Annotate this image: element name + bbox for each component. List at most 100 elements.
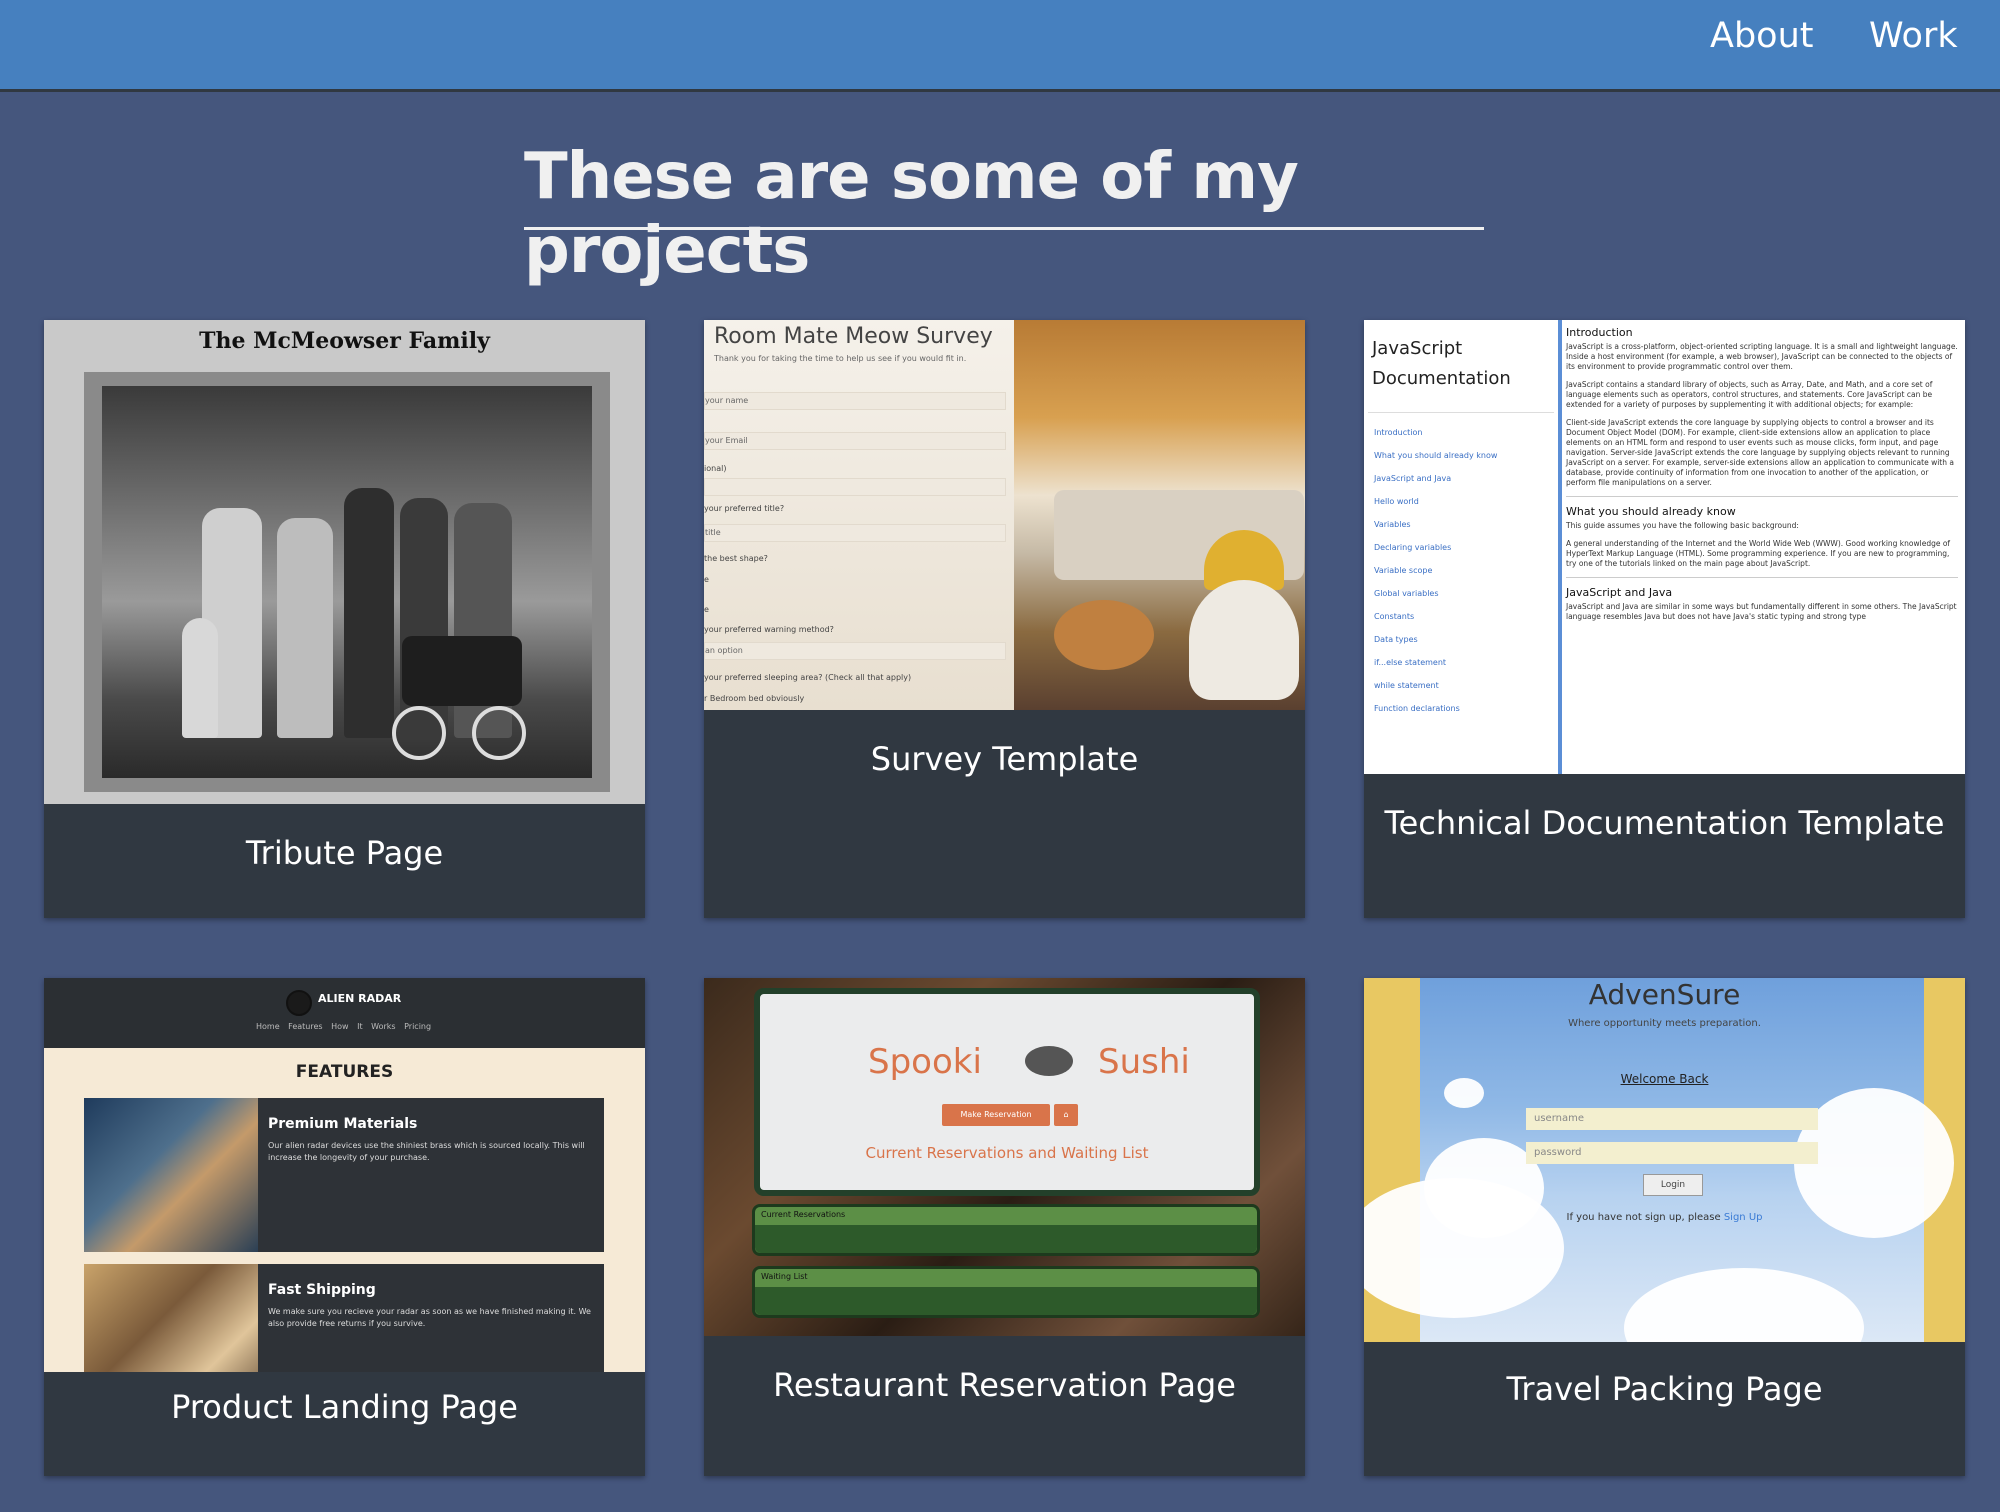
divider xyxy=(1368,412,1554,413)
figure xyxy=(182,618,218,738)
field-label: e xyxy=(704,605,709,614)
doc-nav-link: Variables xyxy=(1374,520,1411,529)
field-label: r Bedroom bed obviously xyxy=(704,694,805,703)
feature-box: Premium Materials Our alien radar device… xyxy=(84,1098,604,1252)
project-card-restaurant[interactable]: Spooki Sushi Make Reservation ⌂ Current … xyxy=(704,978,1305,1476)
alien-icon xyxy=(286,990,312,1016)
home-icon: ⌂ xyxy=(1054,1104,1078,1126)
figure xyxy=(277,518,333,738)
doc-paragraph: A general understanding of the Internet … xyxy=(1566,539,1951,568)
divider xyxy=(1566,577,1958,578)
doc-nav-link: JavaScript and Java xyxy=(1374,474,1452,483)
doc-nav-link: if...else statement xyxy=(1374,658,1447,667)
bar-body xyxy=(755,1225,1257,1253)
doc-paragraph: This guide assumes you have the followin… xyxy=(1566,521,1799,530)
top-nav: About Work xyxy=(0,0,2000,92)
nav-link-work[interactable]: Work xyxy=(1869,16,1958,56)
doc-nav-link: Hello world xyxy=(1374,497,1419,506)
email-field: your Email xyxy=(704,432,1006,450)
product-brand: ALIEN RADAR xyxy=(318,992,402,1005)
doc-nav-link: Introduction xyxy=(1374,428,1423,437)
project-thumbnail: Room Mate Meow Survey Thank you for taki… xyxy=(704,320,1305,710)
current-reservations-bar: Current Reservations xyxy=(752,1204,1260,1256)
bar-body xyxy=(755,1287,1257,1315)
waiting-list-bar: Waiting List xyxy=(752,1266,1260,1318)
doc-nav-link: Variable scope xyxy=(1374,566,1433,575)
list-title: Current Reservations and Waiting List xyxy=(865,1144,1149,1162)
project-thumbnail: Spooki Sushi Make Reservation ⌂ Current … xyxy=(704,978,1305,1336)
travel-tagline: Where opportunity meets preparation. xyxy=(1568,1018,1761,1029)
project-title: Restaurant Reservation Page xyxy=(773,1366,1236,1404)
feature-text: Our alien radar devices use the shiniest… xyxy=(268,1141,585,1162)
doc-paragraph: JavaScript contains a standard library o… xyxy=(1566,380,1933,409)
signup-link: Sign Up xyxy=(1723,1212,1763,1223)
pilot-image xyxy=(84,1098,258,1252)
username-field: username xyxy=(1526,1108,1818,1130)
figure xyxy=(344,488,394,738)
survey-title: Room Mate Meow Survey xyxy=(714,324,993,349)
field-label: your preferred sleeping area? (Check all… xyxy=(704,673,912,682)
doc-nav-link: What you should already know xyxy=(1374,451,1498,460)
game-board xyxy=(1054,600,1154,670)
project-card-tribute[interactable]: The McMeowser Family Tribute Page xyxy=(44,320,645,918)
doc-nav-link: Global variables xyxy=(1374,589,1439,598)
project-card-product-landing[interactable]: ALIEN RADAR Home Features How It Works P… xyxy=(44,978,645,1476)
doc-nav-title: JavaScript Documentation xyxy=(1372,338,1511,389)
project-card-travel[interactable]: AdvenSure Where opportunity meets prepar… xyxy=(1364,978,1965,1476)
project-title: Product Landing Page xyxy=(171,1388,518,1426)
nav-link-about[interactable]: About xyxy=(1710,16,1813,56)
doc-nav-link: while statement xyxy=(1374,681,1439,690)
feature-title: Fast Shipping xyxy=(268,1282,376,1298)
project-card-tech-doc[interactable]: JavaScript Documentation Introduction Wh… xyxy=(1364,320,1965,918)
project-title: Technical Documentation Template xyxy=(1384,804,1945,842)
product-nav: Home Features How It Works Pricing xyxy=(256,1022,432,1031)
survey-form: Room Mate Meow Survey Thank you for taki… xyxy=(704,320,1014,710)
restaurant-panel: Spooki Sushi Make Reservation ⌂ Current … xyxy=(754,988,1260,1196)
title-field: title xyxy=(704,524,1006,542)
field-label: your preferred warning method? xyxy=(704,625,834,634)
feature-box: Fast Shipping We make sure you recieve y… xyxy=(84,1264,604,1372)
field xyxy=(704,478,1006,496)
login-button: Login xyxy=(1643,1174,1703,1196)
field-label: your preferred title? xyxy=(704,504,785,513)
doc-paragraph: Client-side JavaScript extends the core … xyxy=(1566,418,1954,487)
features-heading: FEATURES xyxy=(295,1062,394,1082)
doc-nav-link: Data types xyxy=(1374,635,1418,644)
survey-subtitle: Thank you for taking the time to help us… xyxy=(714,354,967,363)
select-field: an option xyxy=(704,642,1006,660)
title-underline xyxy=(524,227,1484,230)
feature-title: Premium Materials xyxy=(268,1116,418,1132)
feature-text: We make sure you recieve your radar as s… xyxy=(268,1307,591,1328)
project-title: Travel Packing Page xyxy=(1506,1370,1823,1408)
password-field: password xyxy=(1526,1142,1818,1164)
wheel xyxy=(472,706,526,760)
bar-label: Current Reservations xyxy=(761,1210,846,1219)
doc-nav-link: Declaring variables xyxy=(1374,543,1452,552)
brand-right: Sushi xyxy=(1098,1042,1190,1082)
sushi-icon xyxy=(1025,1046,1073,1076)
field-label: ional) xyxy=(704,464,727,473)
doc-paragraph: JavaScript is a cross-platform, object-o… xyxy=(1566,342,1958,371)
name-field: your name xyxy=(704,392,1006,410)
signup-prompt: If you have not sign up, please Sign Up xyxy=(1364,1212,1965,1223)
cloud xyxy=(1624,1268,1864,1342)
doc-nav-link: Function declarations xyxy=(1374,704,1460,713)
thumb-heading: The McMeowser Family xyxy=(199,328,490,354)
brand-left: Spooki xyxy=(868,1042,982,1082)
doc-section-heading: What you should already know xyxy=(1566,505,1736,518)
pram xyxy=(402,636,522,706)
project-card-survey[interactable]: Room Mate Meow Survey Thank you for taki… xyxy=(704,320,1305,918)
signup-text: If you have not sign up, please xyxy=(1566,1212,1724,1223)
doc-nav-link: Constants xyxy=(1374,612,1415,621)
white-cat xyxy=(1189,580,1299,700)
product-header: ALIEN RADAR Home Features How It Works P… xyxy=(44,978,645,1048)
family-photo xyxy=(102,386,592,778)
shipping-image xyxy=(84,1264,258,1372)
divider xyxy=(1566,496,1958,497)
travel-brand: AdvenSure xyxy=(1588,978,1741,1011)
welcome-text: Welcome Back xyxy=(1620,1072,1709,1086)
project-title: Survey Template xyxy=(870,740,1139,778)
wheel xyxy=(392,706,446,760)
field-label: e xyxy=(704,575,709,584)
bar-label: Waiting List xyxy=(761,1272,808,1281)
